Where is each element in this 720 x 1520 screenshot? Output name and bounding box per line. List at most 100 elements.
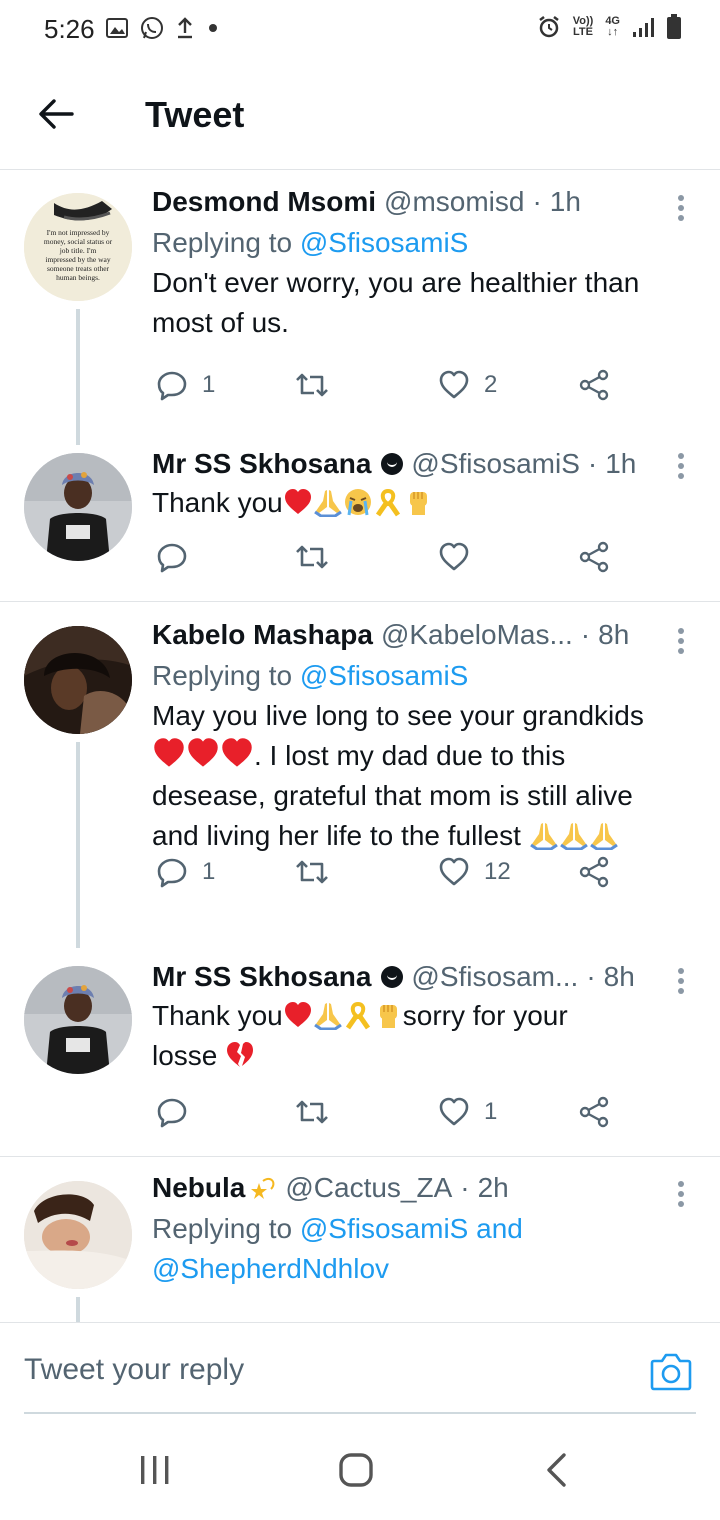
mention-link[interactable]: @SfisosamiS xyxy=(300,227,468,258)
avatar-photo xyxy=(24,453,132,561)
status-left-icons xyxy=(106,16,220,40)
tweet-actions: 1 2 xyxy=(152,369,622,409)
retweet-icon xyxy=(296,545,328,569)
retweet-icon xyxy=(296,1100,328,1124)
author-name[interactable]: Mr SS Skhosana xyxy=(152,447,371,481)
tweet-header: Nebula @Cactus_ZA · 2h xyxy=(152,1171,509,1205)
avatar-photo xyxy=(24,626,132,734)
tweet-header: Kabelo Mashapa @KabeloMas... · 8h xyxy=(152,618,630,652)
author-handle[interactable]: @Sfisosam... xyxy=(411,960,578,994)
share-button[interactable] xyxy=(578,541,610,573)
home-icon[interactable] xyxy=(338,1452,374,1488)
author-handle[interactable]: @Cactus_ZA xyxy=(285,1171,452,1205)
mention-link[interactable]: @ShepherdNdhlov xyxy=(152,1253,389,1284)
svg-text:job title. I'm: job title. I'm xyxy=(59,246,97,255)
tweet-item[interactable]: Nebula @Cactus_ZA · 2h Replying to @Sfis… xyxy=(0,1157,720,1322)
avatar[interactable]: I'm not impressed by money, social statu… xyxy=(24,193,132,301)
retweet-button[interactable] xyxy=(294,856,330,888)
avatar[interactable] xyxy=(24,1181,132,1289)
more-options-icon[interactable] xyxy=(676,453,686,483)
more-options-icon[interactable] xyxy=(676,1181,686,1211)
author-name[interactable]: Desmond Msomi xyxy=(152,185,376,219)
reply-button[interactable] xyxy=(156,541,188,573)
upload-icon xyxy=(178,17,192,39)
heart-icon xyxy=(439,1097,469,1126)
replying-to: Replying to @SfisosamiS xyxy=(152,660,469,691)
like-button[interactable]: 2 xyxy=(438,369,497,401)
mention-link[interactable]: @SfisosamiS xyxy=(300,660,468,691)
avatar[interactable] xyxy=(24,453,132,561)
red-heart-icon xyxy=(222,738,252,767)
author-handle[interactable]: @msomisd xyxy=(384,185,524,219)
tweet-text: Thank you xyxy=(152,483,692,523)
share-button[interactable] xyxy=(578,369,610,401)
dizzy-star-icon xyxy=(251,1177,275,1199)
camera-icon[interactable] xyxy=(650,1353,692,1391)
author-name[interactable]: Mr SS Skhosana xyxy=(152,960,371,994)
reply-icon xyxy=(157,858,187,888)
reply-button[interactable] xyxy=(156,1096,188,1128)
verified-badge-icon xyxy=(381,966,404,988)
reply-composer: Tweet your reply xyxy=(0,1322,720,1414)
tweet-time: 1h xyxy=(549,186,581,217)
svg-text:impressed by the way: impressed by the way xyxy=(45,255,110,264)
back-icon[interactable] xyxy=(544,1452,570,1488)
replying-to: Replying to @SfisosamiS and @ShepherdNdh… xyxy=(152,1213,523,1284)
heart-icon xyxy=(439,857,469,886)
system-nav-bar xyxy=(0,1414,720,1520)
recents-icon[interactable] xyxy=(138,1454,172,1486)
raised-fist-icon xyxy=(409,492,427,515)
reply-button[interactable]: 1 xyxy=(156,856,215,888)
dot-icon xyxy=(209,24,217,32)
share-button[interactable] xyxy=(578,1096,610,1128)
avatar-quote-image: I'm not impressed by money, social statu… xyxy=(24,193,132,301)
tweet-header: Desmond Msomi @msomisd · 1h xyxy=(152,185,581,219)
svg-text:someone treats other: someone treats other xyxy=(47,264,110,273)
avatar[interactable] xyxy=(24,626,132,734)
avatar[interactable] xyxy=(24,966,132,1074)
like-button[interactable]: 1 xyxy=(438,1096,497,1128)
author-name[interactable]: Kabelo Mashapa xyxy=(152,618,373,652)
tweet-feed[interactable]: I'm not impressed by money, social statu… xyxy=(0,171,720,1322)
author-handle[interactable]: @KabeloMas... xyxy=(381,618,573,652)
retweet-button[interactable] xyxy=(294,541,330,573)
like-button[interactable] xyxy=(438,541,470,573)
red-heart-icon xyxy=(188,738,218,767)
like-count: 2 xyxy=(484,371,498,398)
like-count: 1 xyxy=(484,1098,498,1125)
tweet-item[interactable]: I'm not impressed by money, social statu… xyxy=(0,171,720,445)
reply-input[interactable]: Tweet your reply xyxy=(24,1353,244,1387)
tweet-item[interactable]: Kabelo Mashapa @KabeloMas... · 8h Replyi… xyxy=(0,602,720,948)
share-icon xyxy=(579,1096,609,1128)
share-button[interactable] xyxy=(578,856,610,888)
heart-icon xyxy=(439,370,469,399)
reply-icon xyxy=(157,1098,187,1128)
app-header: Tweet xyxy=(0,62,720,170)
tweet-header: Mr SS Skhosana @SfisosamiS · 1h xyxy=(152,447,637,481)
reply-button[interactable]: 1 xyxy=(156,369,215,401)
svg-text:money, social status or: money, social status or xyxy=(44,237,113,246)
arrow-left-icon[interactable] xyxy=(36,94,76,134)
tweet-item[interactable]: Mr SS Skhosana @SfisosamiS · 1h Thank yo… xyxy=(0,443,720,601)
folded-hands-icon xyxy=(313,490,342,517)
share-icon xyxy=(579,856,609,888)
more-options-icon[interactable] xyxy=(676,628,686,658)
more-options-icon[interactable] xyxy=(676,195,686,225)
signal-icon xyxy=(633,18,654,37)
tweet-item[interactable]: Mr SS Skhosana @Sfisosam... · 8h Thank y… xyxy=(0,946,720,1156)
mention-link[interactable]: @SfisosamiS xyxy=(300,1213,468,1244)
like-button[interactable]: 12 xyxy=(438,856,511,888)
like-count: 12 xyxy=(484,858,511,885)
crying-face-icon xyxy=(344,489,371,516)
tweet-text: Thank you sorry for your losse xyxy=(152,1000,568,1071)
thread-line xyxy=(76,309,80,445)
retweet-button[interactable] xyxy=(294,1096,330,1128)
more-options-icon[interactable] xyxy=(676,968,686,998)
share-icon xyxy=(579,541,609,573)
author-handle[interactable]: @SfisosamiS xyxy=(411,447,579,481)
tweet-text: May you live long to see your grandkids … xyxy=(152,700,644,851)
retweet-button[interactable] xyxy=(294,369,330,401)
tweet-text: Don't ever worry, you are healthier than… xyxy=(152,267,640,338)
author-name[interactable]: Nebula xyxy=(152,1171,245,1205)
tweet-time: 8h xyxy=(598,619,630,650)
